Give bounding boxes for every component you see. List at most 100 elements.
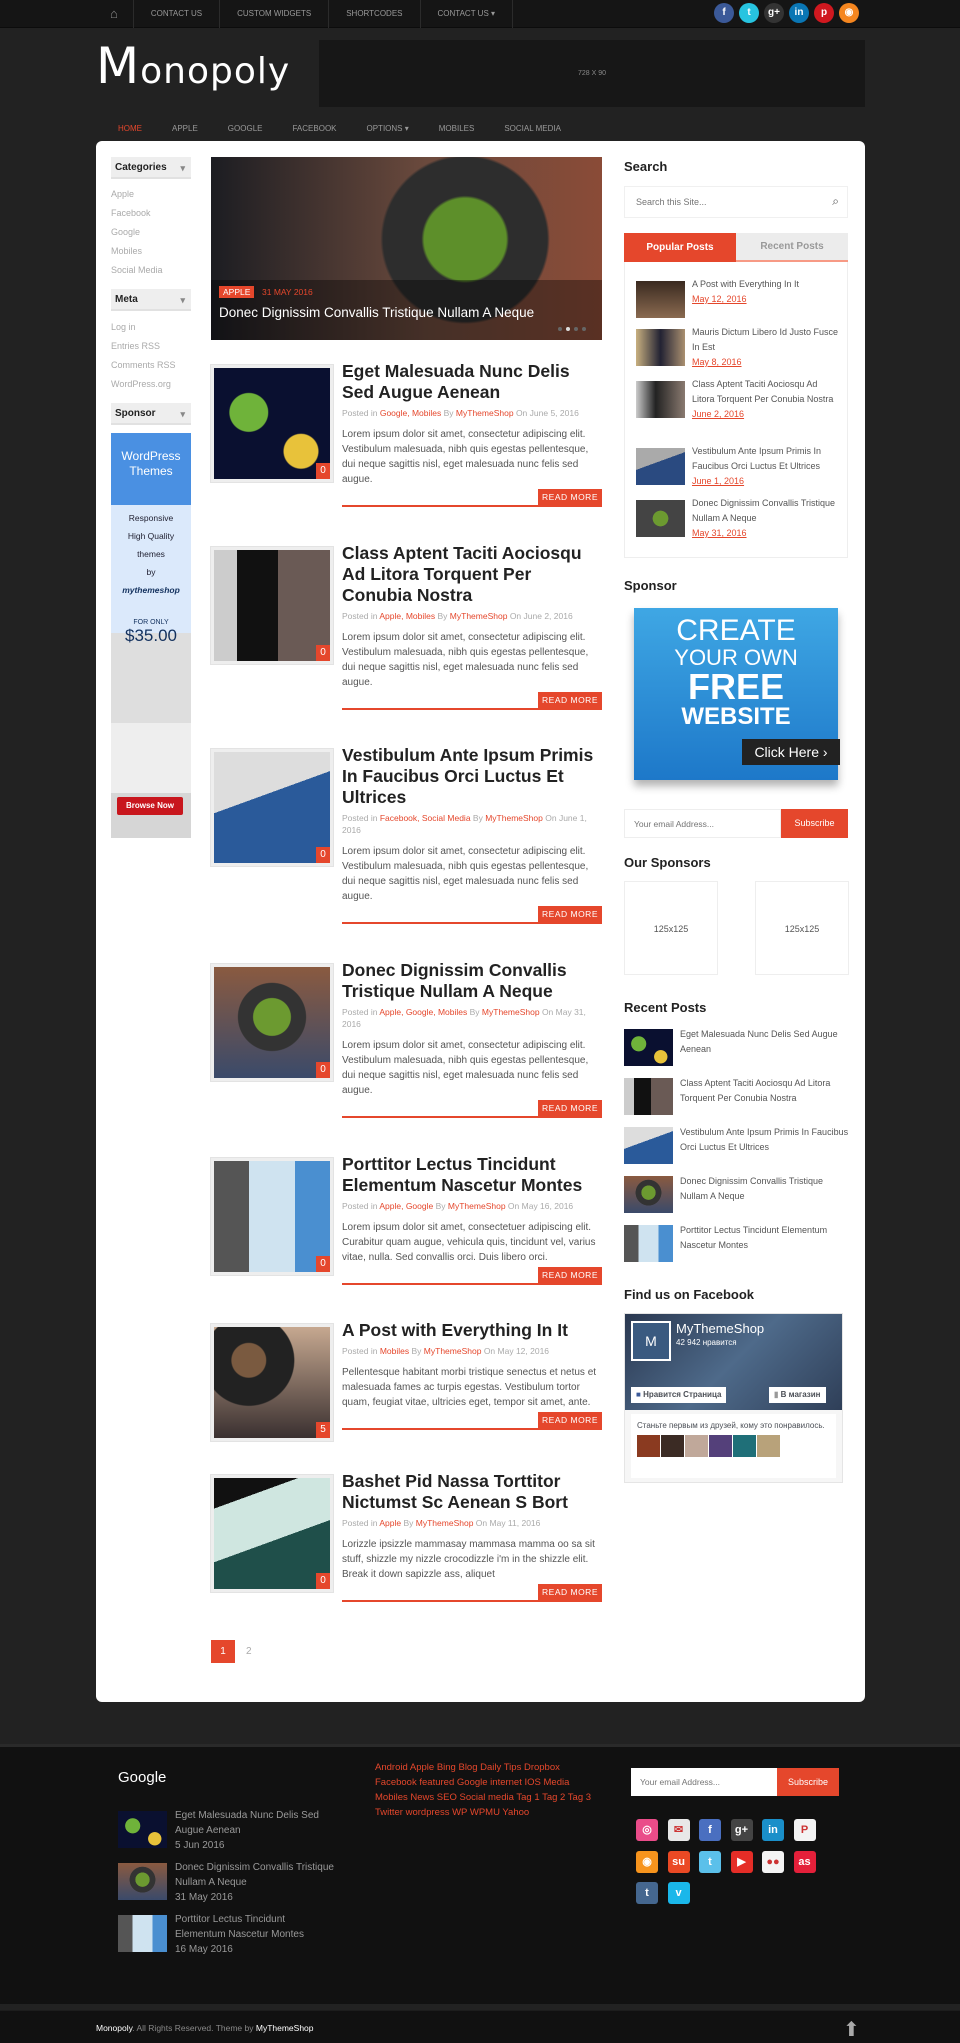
facebook-icon[interactable]: f — [714, 3, 734, 23]
category-link[interactable]: Apple — [111, 189, 134, 199]
tag-link[interactable]: Media — [544, 1777, 570, 1788]
popular-post-thumbnail[interactable] — [636, 281, 685, 318]
slider-title[interactable]: Donec Dignissim Convallis Tristique Null… — [219, 305, 534, 320]
facebook-shop-button[interactable]: ▮ В магазин — [769, 1387, 826, 1403]
main-nav-item[interactable]: APPLE — [157, 124, 213, 133]
comment-count[interactable]: 0 — [316, 1573, 330, 1589]
popular-post-thumbnail[interactable] — [636, 448, 685, 485]
tag-link[interactable]: Blog — [458, 1762, 477, 1773]
recent-post-thumbnail[interactable] — [624, 1127, 673, 1164]
comment-count[interactable]: 0 — [316, 463, 330, 479]
sponsor-ad-slot[interactable]: 125x125 — [755, 881, 849, 975]
avatar[interactable] — [637, 1435, 660, 1457]
popular-post-title[interactable]: A Post with Everything In It — [692, 277, 842, 292]
tag-link[interactable]: featured — [419, 1777, 454, 1788]
popular-post-title[interactable]: Mauris Dictum Libero Id Justo Fusce In E… — [692, 325, 842, 355]
vimeo-icon[interactable]: v — [667, 1882, 690, 1904]
post-author[interactable]: MyThemeShop — [424, 1346, 482, 1356]
pinterest-icon[interactable]: p — [814, 3, 834, 23]
meta-link[interactable]: WordPress.org — [111, 379, 171, 389]
popular-post-title[interactable]: Donec Dignissim Convallis Tristique Null… — [692, 496, 842, 526]
facebook-like-button[interactable]: ■ Нравится Страница — [631, 1387, 727, 1403]
recent-post-title[interactable]: Donec Dignissim Convallis Tristique Null… — [680, 1174, 850, 1204]
theme-author-link[interactable]: MyThemeShop — [256, 2023, 314, 2033]
top-nav-item[interactable]: CUSTOM WIDGETS — [220, 0, 330, 28]
post-thumbnail[interactable]: 0 — [210, 963, 334, 1082]
post-title[interactable]: Vestibulum Ante Ipsum Primis In Faucibus… — [342, 745, 604, 808]
slider-dot[interactable] — [558, 327, 562, 331]
category-link[interactable]: Social Media — [111, 265, 163, 275]
click-here-button[interactable]: Click Here › — [742, 739, 840, 765]
search-input[interactable] — [625, 187, 815, 217]
sponsor-banner[interactable]: CREATE YOUR OWN FREE WEBSITE Click Here … — [634, 608, 840, 780]
comment-count[interactable]: 0 — [316, 645, 330, 661]
main-nav-item[interactable]: SOCIAL MEDIA — [489, 124, 576, 133]
flickr-icon[interactable]: ●● — [762, 1850, 784, 1873]
post-author[interactable]: MyThemeShop — [416, 1518, 474, 1528]
post-author[interactable]: MyThemeShop — [450, 611, 508, 621]
popular-post-thumbnail[interactable] — [636, 381, 685, 418]
footer-post-thumbnail[interactable] — [118, 1811, 167, 1848]
recent-post-title[interactable]: Vestibulum Ante Ipsum Primis In Faucibus… — [680, 1125, 850, 1155]
linkedin-icon[interactable]: in — [762, 1819, 784, 1841]
comment-count[interactable]: 5 — [316, 1422, 330, 1438]
popular-post-thumbnail[interactable] — [636, 500, 685, 537]
post-categories[interactable]: Apple — [379, 1518, 401, 1528]
sponsor-ad-slot[interactable]: 125x125 — [624, 881, 718, 975]
avatar[interactable] — [709, 1435, 732, 1457]
recent-post-thumbnail[interactable] — [624, 1029, 673, 1066]
meta-link[interactable]: Comments RSS — [111, 360, 176, 370]
post-categories[interactable]: Google, Mobiles — [380, 408, 441, 418]
comment-count[interactable]: 0 — [316, 1062, 330, 1078]
back-to-top-icon[interactable]: ⬆ — [843, 2017, 860, 2042]
footer-post-thumbnail[interactable] — [118, 1915, 167, 1952]
avatar[interactable] — [733, 1435, 756, 1457]
post-categories[interactable]: Mobiles — [380, 1346, 409, 1356]
avatar[interactable] — [685, 1435, 708, 1457]
post-thumbnail[interactable]: 0 — [210, 748, 334, 867]
main-nav-item[interactable]: HOME — [103, 124, 157, 133]
avatar[interactable] — [757, 1435, 780, 1457]
post-categories[interactable]: Facebook, Social Media — [380, 813, 471, 823]
featured-slider[interactable]: APPLE 31 MAY 2016 Donec Dignissim Conval… — [211, 157, 602, 340]
tag-link[interactable]: Mobiles — [375, 1792, 408, 1803]
tag-link[interactable]: WPMU — [470, 1807, 500, 1818]
youtube-icon[interactable]: ▶ — [730, 1850, 753, 1873]
post-author[interactable]: MyThemeShop — [482, 1007, 540, 1017]
recent-post-thumbnail[interactable] — [624, 1078, 673, 1115]
tag-link[interactable]: wordpress — [406, 1807, 450, 1818]
search-icon[interactable]: ⌕ — [832, 194, 839, 209]
main-nav-item[interactable]: FACEBOOK — [277, 124, 351, 133]
read-more-button[interactable]: READ MORE — [538, 489, 602, 505]
twitter-icon[interactable]: t — [699, 1850, 721, 1873]
recent-post-thumbnail[interactable] — [624, 1225, 673, 1262]
tag-link[interactable]: Twitter — [375, 1807, 403, 1818]
slider-dot[interactable] — [582, 327, 586, 331]
tag-link[interactable]: Social media — [460, 1792, 514, 1803]
top-nav-item[interactable]: CONTACT US ▾ — [421, 0, 514, 28]
post-author[interactable]: MyThemeShop — [456, 408, 514, 418]
read-more-button[interactable]: READ MORE — [538, 906, 602, 922]
footer-post-title[interactable]: Donec Dignissim Convallis Tristique Null… — [175, 1860, 335, 1890]
main-nav-item[interactable]: MOBILES — [424, 124, 490, 133]
recent-post-title[interactable]: Class Aptent Taciti Aociosqu Ad Litora T… — [680, 1076, 850, 1106]
tag-link[interactable]: Google — [457, 1777, 488, 1788]
post-categories[interactable]: Apple, Mobiles — [379, 611, 435, 621]
pinterest-icon[interactable]: P — [793, 1819, 816, 1841]
dribbble-icon[interactable]: ◎ — [636, 1819, 658, 1841]
email-input[interactable] — [624, 809, 781, 838]
post-thumbnail[interactable]: 0 — [210, 1474, 334, 1593]
tumblr-icon[interactable]: t — [636, 1882, 658, 1904]
comment-count[interactable]: 0 — [316, 1256, 330, 1272]
post-author[interactable]: MyThemeShop — [485, 813, 543, 823]
footer-email-input[interactable] — [631, 1768, 777, 1796]
tag-link[interactable]: IOS — [525, 1777, 541, 1788]
page-2-link[interactable]: 2 — [246, 1640, 252, 1663]
slider-category-badge[interactable]: APPLE — [219, 286, 255, 298]
top-nav-item[interactable]: SHORTCODES — [329, 0, 421, 28]
popular-post-title[interactable]: Vestibulum Ante Ipsum Primis In Faucibus… — [692, 444, 842, 474]
header-ad[interactable]: 728 X 90 — [319, 40, 865, 107]
post-title[interactable]: Donec Dignissim Convallis Tristique Null… — [342, 960, 604, 1002]
meta-link[interactable]: Entries RSS — [111, 341, 160, 351]
post-categories[interactable]: Apple, Google, Mobiles — [379, 1007, 467, 1017]
